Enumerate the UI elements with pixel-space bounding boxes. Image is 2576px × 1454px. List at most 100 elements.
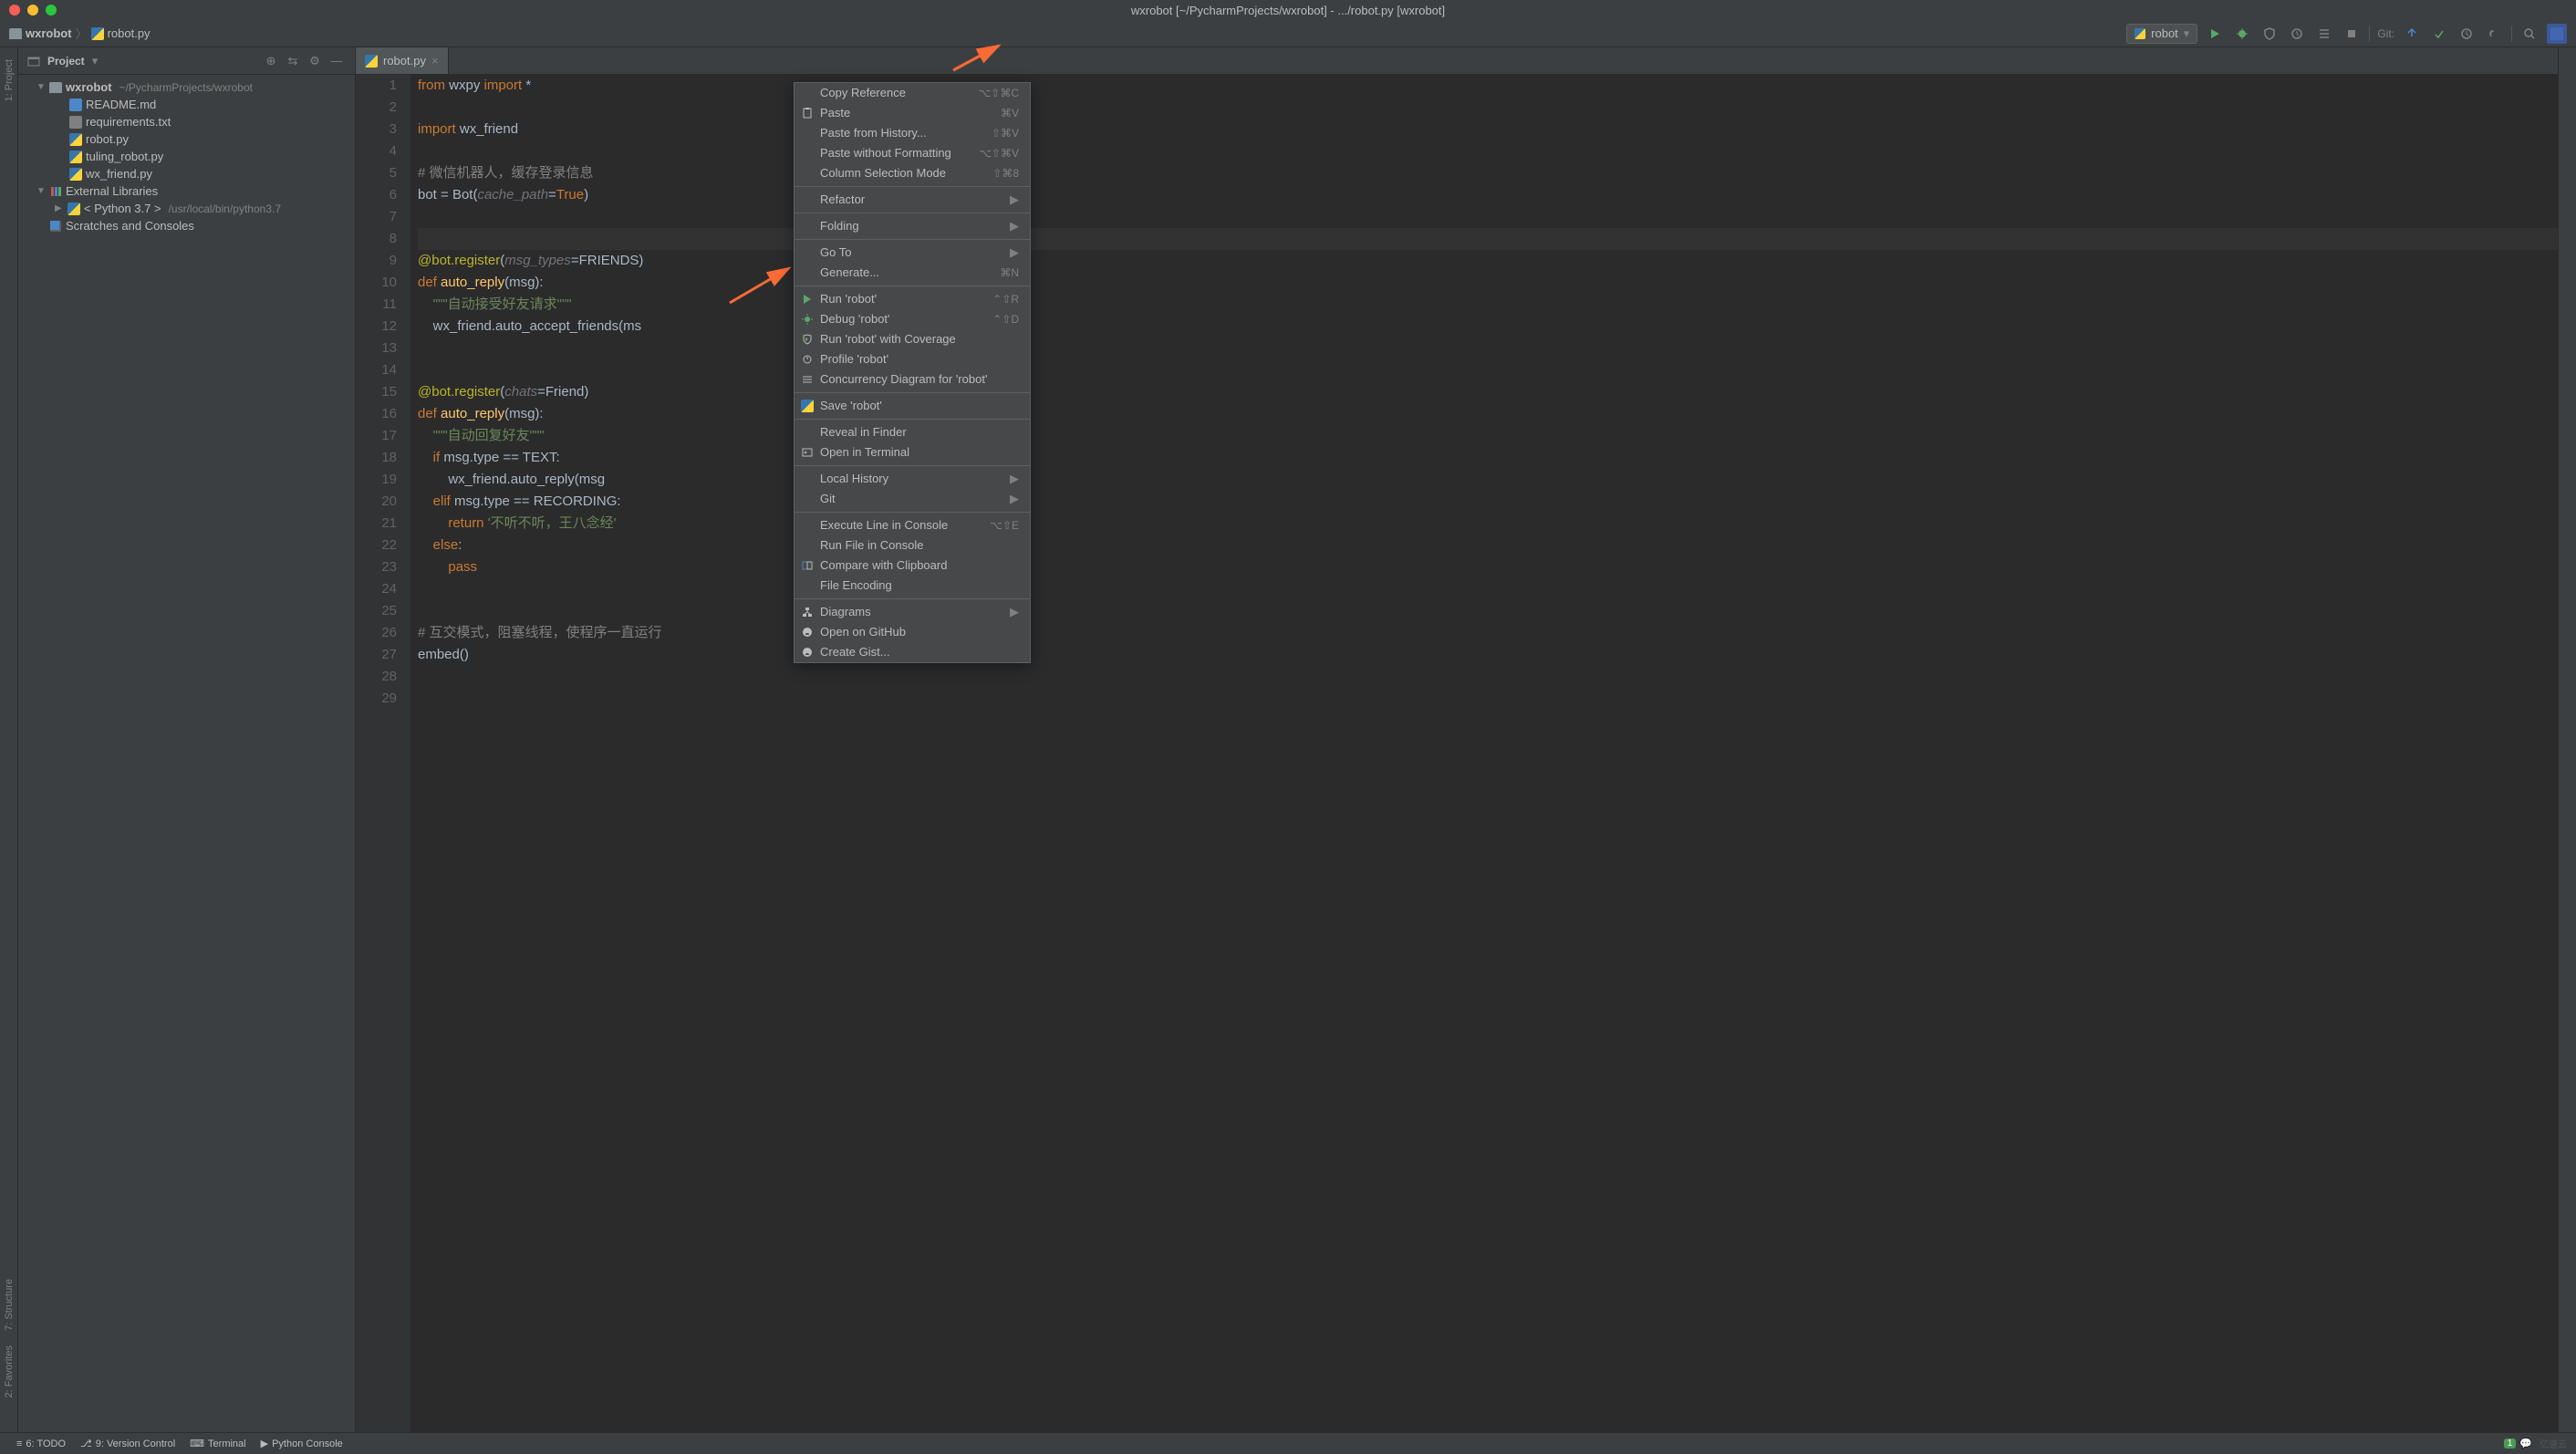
debug-icon: [800, 314, 815, 325]
run-configuration-selector[interactable]: robot ▾: [2126, 24, 2197, 44]
menu-item-execute-line-in-console[interactable]: Execute Line in Console⌥⇧E: [795, 515, 1030, 535]
tree-python-interpreter[interactable]: ▶ < Python 3.7 > /usr/local/bin/python3.…: [18, 200, 355, 217]
search-button[interactable]: [2519, 24, 2540, 44]
menu-item-git[interactable]: Git▶: [795, 489, 1030, 509]
menu-item-open-in-terminal[interactable]: Open in Terminal: [795, 442, 1030, 462]
rail-favorites[interactable]: 2: Favorites: [4, 1338, 15, 1405]
right-tool-rail: [2558, 47, 2576, 1432]
git-history-button[interactable]: [2457, 24, 2477, 44]
paste-icon: [800, 107, 815, 119]
breadcrumb: wxrobot 〉 robot.py: [9, 25, 2126, 42]
library-icon: [49, 185, 62, 198]
menu-item-reveal-in-finder[interactable]: Reveal in Finder: [795, 422, 1030, 442]
minimize-window-button[interactable]: [27, 5, 38, 16]
terminal-icon: ⌨: [190, 1438, 204, 1449]
menu-item-run-file-in-console[interactable]: Run File in Console: [795, 535, 1030, 556]
expand-arrow-icon[interactable]: ▶: [55, 203, 64, 213]
menu-item-open-on-github[interactable]: Open on GitHub: [795, 622, 1030, 642]
menu-item-local-history[interactable]: Local History▶: [795, 469, 1030, 489]
python-icon: [2135, 28, 2145, 39]
bottom-terminal[interactable]: ⌨Terminal: [182, 1438, 253, 1449]
chevron-down-icon: ▾: [2184, 26, 2190, 41]
menu-item-go-to[interactable]: Go To▶: [795, 243, 1030, 263]
project-tree: ▼ wxrobot ~/PycharmProjects/wxrobot READ…: [18, 75, 355, 238]
menu-item-paste-without-formatting[interactable]: Paste without Formatting⌥⇧⌘V: [795, 143, 1030, 163]
menu-item-generate-[interactable]: Generate...⌘N: [795, 263, 1030, 283]
file-icon: [69, 133, 82, 146]
menu-item-diagrams[interactable]: Diagrams▶: [795, 602, 1030, 622]
breadcrumb-file[interactable]: robot.py: [91, 26, 151, 40]
event-log-icon[interactable]: 💬: [2519, 1438, 2532, 1449]
bottom-python[interactable]: ▶Python Console: [254, 1438, 350, 1449]
tree-file[interactable]: wx_friend.py: [18, 165, 355, 182]
stop-button[interactable]: [2342, 24, 2362, 44]
profile-icon: [800, 354, 815, 365]
ide-settings-button[interactable]: [2547, 24, 2567, 44]
window-controls: [9, 5, 57, 16]
menu-item-profile-robot-[interactable]: Profile 'robot': [795, 349, 1030, 369]
git-update-button[interactable]: [2402, 24, 2422, 44]
git-revert-button[interactable]: [2484, 24, 2504, 44]
vcs-icon: ⎇: [80, 1438, 92, 1449]
rail-project[interactable]: 1: Project: [4, 52, 15, 109]
terminal-icon: [800, 447, 815, 458]
event-log-badge[interactable]: 1: [2504, 1438, 2517, 1449]
minimize-button[interactable]: —: [327, 52, 346, 70]
tree-external-libs[interactable]: ▼ External Libraries: [18, 182, 355, 200]
panel-title[interactable]: Project: [47, 55, 85, 68]
menu-item-run-robot-with-coverage[interactable]: Run 'robot' with Coverage: [795, 329, 1030, 349]
submenu-arrow-icon: ▶: [1010, 488, 1019, 510]
menu-item-debug-robot-[interactable]: Debug 'robot'⌃⇧D: [795, 309, 1030, 329]
file-icon: [69, 99, 82, 111]
close-window-button[interactable]: [9, 5, 20, 16]
menu-item-create-gist-[interactable]: Create Gist...: [795, 642, 1030, 662]
maximize-window-button[interactable]: [46, 5, 57, 16]
git-commit-button[interactable]: [2429, 24, 2449, 44]
project-icon: [27, 55, 40, 68]
github-icon: [800, 647, 815, 658]
settings-button[interactable]: ⚙: [306, 52, 324, 70]
bottom-vcs[interactable]: ⎇9: Version Control: [73, 1438, 182, 1449]
tree-file[interactable]: robot.py: [18, 130, 355, 148]
locate-button[interactable]: ⊕: [262, 52, 280, 70]
left-tool-rail: 1: Project 7: Structure 2: Favorites: [0, 47, 18, 1432]
run-icon: [800, 294, 815, 305]
folder-icon: [9, 28, 22, 39]
chevron-down-icon[interactable]: ▾: [92, 54, 99, 68]
menu-item-save-robot-[interactable]: Save 'robot': [795, 396, 1030, 416]
tree-file[interactable]: requirements.txt: [18, 113, 355, 130]
menu-item-run-robot-[interactable]: Run 'robot'⌃⇧R: [795, 289, 1030, 309]
menu-item-concurrency-diagram-for-robot-[interactable]: Concurrency Diagram for 'robot': [795, 369, 1030, 389]
expand-arrow-icon[interactable]: ▼: [36, 82, 46, 92]
tree-root[interactable]: ▼ wxrobot ~/PycharmProjects/wxrobot: [18, 78, 355, 96]
expand-button[interactable]: ⇆: [284, 52, 302, 70]
menu-item-refactor[interactable]: Refactor▶: [795, 190, 1030, 210]
editor-tab-robot[interactable]: robot.py ×: [356, 47, 449, 74]
bottom-todo[interactable]: ≡6: TODO: [9, 1438, 73, 1449]
run-button[interactable]: [2205, 24, 2225, 44]
menu-item-paste-from-history-[interactable]: Paste from History...⇧⌘V: [795, 123, 1030, 143]
code-editor[interactable]: 1234567891011121314151617181920212223242…: [356, 75, 2558, 1432]
tree-file[interactable]: README.md: [18, 96, 355, 113]
breadcrumb-project[interactable]: wxrobot: [9, 26, 72, 40]
menu-item-file-encoding[interactable]: File Encoding: [795, 576, 1030, 596]
menu-item-folding[interactable]: Folding▶: [795, 216, 1030, 236]
file-icon: [69, 116, 82, 129]
rail-structure[interactable]: 7: Structure: [4, 1272, 15, 1338]
profile-button[interactable]: [2287, 24, 2307, 44]
submenu-arrow-icon: ▶: [1010, 601, 1019, 623]
debug-button[interactable]: [2232, 24, 2252, 44]
git-label: Git:: [2377, 27, 2394, 40]
code-content[interactable]: from wxpy import * import wx_friend # 微信…: [410, 75, 2558, 1432]
expand-arrow-icon[interactable]: ▼: [36, 186, 46, 196]
menu-item-column-selection-mode[interactable]: Column Selection Mode⇧⌘8: [795, 163, 1030, 183]
menu-item-paste[interactable]: Paste⌘V: [795, 103, 1030, 123]
coverage-button[interactable]: [2259, 24, 2280, 44]
tree-file[interactable]: tuling_robot.py: [18, 148, 355, 165]
editor-tabs: robot.py ×: [356, 47, 2558, 75]
menu-item-copy-reference[interactable]: Copy Reference⌥⇧⌘C: [795, 83, 1030, 103]
concurrency-button[interactable]: [2314, 24, 2334, 44]
tree-scratches[interactable]: Scratches and Consoles: [18, 217, 355, 234]
menu-item-compare-with-clipboard[interactable]: Compare with Clipboard: [795, 556, 1030, 576]
close-tab-button[interactable]: ×: [431, 54, 439, 68]
